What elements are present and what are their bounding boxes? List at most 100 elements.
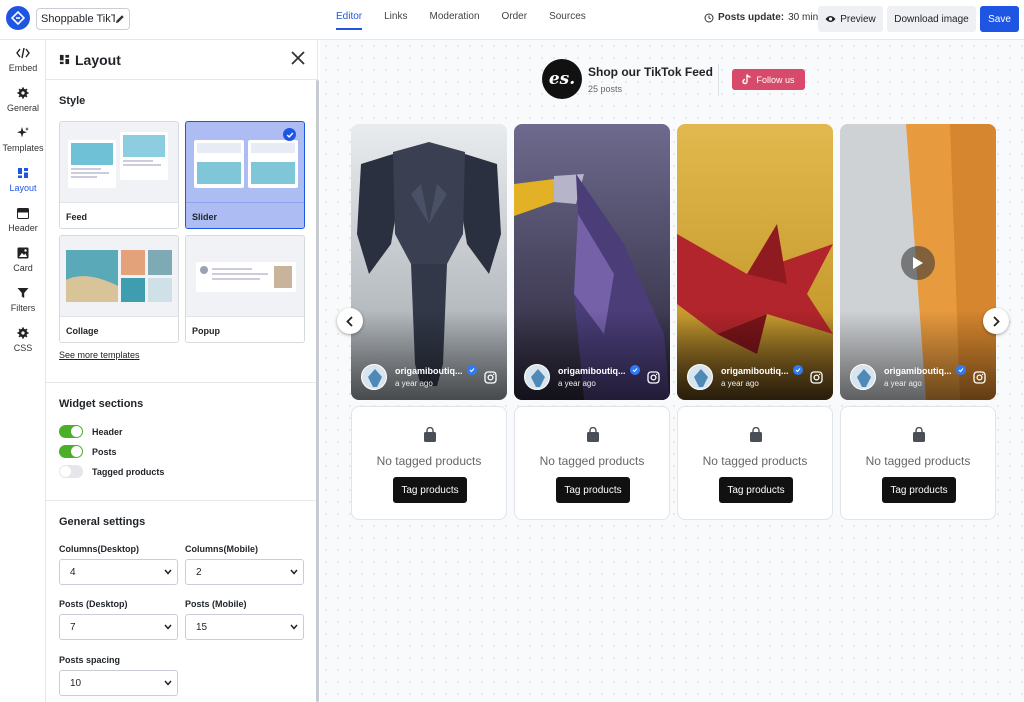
chevron-down-icon (290, 624, 298, 630)
tagged-products-card: No tagged products Tag products (840, 406, 996, 520)
posts-desktop-label: Posts (Desktop) (59, 599, 128, 609)
divider (46, 382, 318, 383)
select-value: 15 (196, 622, 208, 633)
tab-order[interactable]: Order (502, 0, 528, 30)
chevron-down-icon (164, 680, 172, 686)
layout-panel: Layout Style Feed Slider Collage Popup S… (46, 40, 318, 702)
chevron-down-icon (164, 569, 172, 575)
widget-title: Shoppable TikT... (41, 13, 115, 25)
instagram-icon[interactable] (810, 371, 823, 384)
tag-products-label: Tag products (890, 484, 948, 496)
divider (46, 500, 318, 501)
popup-preview (196, 262, 296, 292)
post-card[interactable]: origamiboutiq... a year ago (677, 124, 833, 400)
columns-desktop-select[interactable]: 4 (59, 559, 178, 585)
tiktok-icon (742, 74, 752, 85)
no-tagged-products-text: No tagged products (376, 454, 482, 468)
download-image-button[interactable]: Download image (887, 6, 976, 32)
posts-spacing-label: Posts spacing (59, 655, 121, 665)
sidebar-item-card[interactable]: Card (0, 245, 46, 283)
header-toggle[interactable] (59, 425, 83, 438)
save-label: Save (988, 13, 1011, 25)
style-card-feed[interactable]: Feed (59, 121, 179, 229)
shopping-bag-icon (913, 427, 925, 442)
tag-products-button[interactable]: Tag products (719, 477, 793, 503)
no-tagged-products-text: No tagged products (702, 454, 808, 468)
header-icon (17, 205, 29, 221)
tag-products-label: Tag products (564, 484, 622, 496)
header-toggle-label: Header (92, 427, 123, 437)
feed-posts-count: 25 posts (588, 84, 623, 94)
follow-us-button[interactable]: Follow us (732, 69, 805, 90)
tab-moderation[interactable]: Moderation (429, 0, 479, 30)
tag-products-label: Tag products (401, 484, 459, 496)
instagram-icon[interactable] (973, 371, 986, 384)
save-button[interactable]: Save (980, 6, 1019, 32)
style-card-popup[interactable]: Popup (185, 235, 305, 343)
select-value: 10 (70, 678, 82, 689)
tag-products-button[interactable]: Tag products (393, 477, 467, 503)
tab-links[interactable]: Links (384, 0, 407, 30)
close-icon[interactable] (290, 50, 306, 66)
sparkle-icon (16, 125, 30, 141)
columns-mobile-label: Columns(Mobile) (185, 544, 258, 554)
app-logo[interactable] (6, 6, 30, 30)
avatar (687, 364, 713, 390)
post-username: origamiboutiq... (395, 366, 463, 376)
post-card[interactable]: origamiboutiq... a year ago (514, 124, 670, 400)
filter-icon (17, 285, 29, 301)
tab-editor[interactable]: Editor (336, 0, 363, 30)
follow-us-label: Follow us (756, 74, 795, 85)
tag-products-button[interactable]: Tag products (556, 477, 630, 503)
sidebar-item-templates[interactable]: Templates (0, 125, 46, 163)
avatar (524, 364, 550, 390)
post-card[interactable]: origamiboutiq... a year ago (840, 124, 996, 400)
tab-sources[interactable]: Sources (549, 0, 586, 30)
posts-spacing-select[interactable]: 10 (59, 670, 178, 696)
sidebar-item-label: Header (8, 223, 38, 233)
sidebar-item-css[interactable]: CSS (0, 325, 46, 363)
post-time: a year ago (395, 379, 433, 388)
sidebar-item-general[interactable]: General (0, 85, 46, 123)
slider-next-button[interactable] (983, 308, 1009, 334)
tagged-products-toggle[interactable] (59, 465, 83, 478)
tag-products-button[interactable]: Tag products (882, 477, 956, 503)
instagram-icon[interactable] (484, 371, 497, 384)
instagram-icon[interactable] (647, 371, 660, 384)
shopping-bag-icon (587, 427, 599, 442)
feed-title: Shop our TikTok Feed (588, 65, 713, 79)
see-more-templates-link[interactable]: See more templates (59, 350, 140, 360)
sidebar-item-label: CSS (13, 343, 33, 353)
play-icon[interactable] (901, 246, 935, 280)
style-card-collage[interactable]: Collage (59, 235, 179, 343)
posts-mobile-select[interactable]: 15 (185, 614, 304, 640)
sidebar-item-filters[interactable]: Filters (0, 285, 46, 323)
sidebar-item-label: Layout (9, 183, 37, 193)
columns-mobile-select[interactable]: 2 (185, 559, 304, 585)
widget-sections-title: Widget sections (59, 398, 144, 410)
style-card-slider[interactable]: Slider (185, 121, 305, 229)
sidebar-item-embed[interactable]: Embed (0, 45, 46, 83)
posts-mobile-label: Posts (Mobile) (185, 599, 247, 609)
tagged-products-card: No tagged products Tag products (351, 406, 507, 520)
gear-icon (17, 85, 29, 101)
post-time: a year ago (884, 379, 922, 388)
top-bar: Shoppable TikT... Editor Links Moderatio… (0, 0, 1024, 40)
posts-desktop-select[interactable]: 7 (59, 614, 178, 640)
posts-toggle[interactable] (59, 445, 83, 458)
style-card-label: Collage (60, 316, 178, 342)
widget-title-field[interactable]: Shoppable TikT... (36, 8, 130, 30)
panel-scrollbar[interactable] (316, 80, 319, 702)
eye-icon (825, 16, 836, 22)
sidebar-item-layout[interactable]: Layout (0, 165, 46, 203)
slider-prev-button[interactable] (337, 308, 363, 334)
preview-button[interactable]: Preview (818, 6, 883, 32)
post-card[interactable]: origamiboutiq... a year ago (351, 124, 507, 400)
sidebar-item-label: Embed (8, 63, 38, 73)
shopping-bag-icon (750, 427, 762, 442)
verified-icon (630, 365, 640, 375)
sidebar-item-header[interactable]: Header (0, 205, 46, 243)
clock-icon (704, 13, 714, 22)
posts-toggle-label: Posts (92, 447, 117, 457)
tagged-products-card: No tagged products Tag products (677, 406, 833, 520)
